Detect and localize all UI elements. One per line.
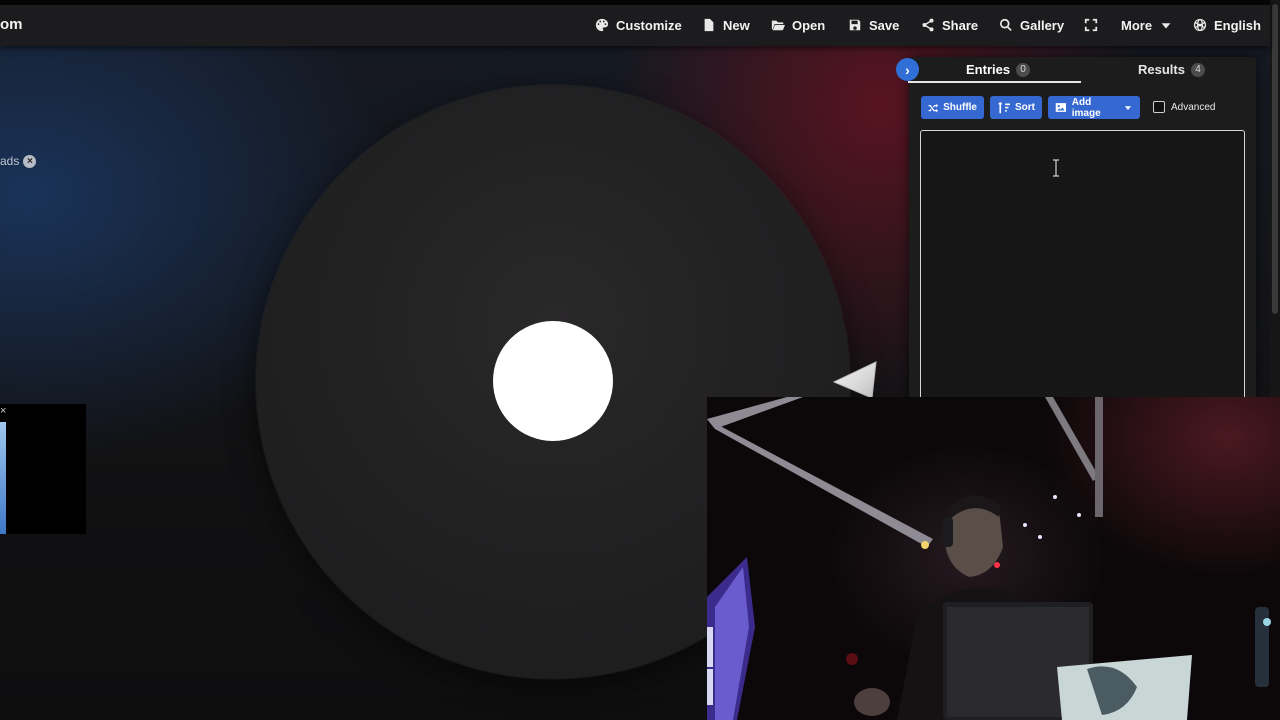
close-icon[interactable]: × (0, 405, 6, 417)
wheel-pointer-icon (832, 361, 877, 399)
text-cursor-icon (1053, 159, 1059, 177)
wheel-center-button[interactable] (493, 321, 613, 441)
more-label: More (1121, 17, 1153, 33)
top-navigation-bar: om Customize New Open Save Share Gallery… (0, 0, 1270, 46)
chevron-right-icon: › (905, 61, 910, 78)
shuffle-label: Shuffle (943, 102, 977, 113)
collapse-panel-button[interactable]: › (896, 58, 919, 81)
caret-down-icon (1161, 23, 1171, 29)
advanced-label: Advanced (1171, 101, 1216, 113)
add-image-button[interactable]: Add image (1048, 96, 1140, 119)
share-button[interactable]: Share (921, 14, 978, 36)
filter-chip: ads × (0, 154, 37, 168)
file-icon (704, 18, 714, 32)
sort-icon (997, 101, 1010, 114)
brand-name[interactable]: om (0, 16, 23, 33)
more-menu[interactable]: More (1121, 14, 1173, 36)
shuffle-button[interactable]: Shuffle (921, 96, 984, 119)
folder-open-icon (771, 20, 785, 31)
new-button[interactable]: New (702, 14, 750, 36)
fullscreen-icon (1084, 18, 1098, 32)
results-count-badge: 4 (1190, 62, 1205, 77)
shuffle-icon (928, 103, 939, 113)
chip-close-icon[interactable]: × (23, 154, 37, 168)
tab-results-label: Results (1138, 62, 1185, 77)
advanced-checkbox[interactable] (1153, 101, 1165, 113)
sort-button[interactable]: Sort (990, 96, 1042, 119)
image-icon (1055, 103, 1067, 112)
globe-icon (1193, 18, 1207, 32)
entries-textarea[interactable] (920, 130, 1245, 400)
save-label: Save (869, 17, 900, 33)
fullscreen-button[interactable] (1084, 14, 1098, 36)
open-button[interactable]: Open (771, 14, 825, 36)
open-label: Open (792, 17, 826, 33)
advanced-toggle[interactable]: Advanced (1153, 101, 1215, 113)
save-button[interactable]: Save (848, 14, 899, 36)
gallery-button[interactable]: Gallery (999, 14, 1064, 36)
tab-results[interactable]: Results 4 (1138, 62, 1205, 77)
overlay-widget: × (0, 404, 86, 534)
entries-count-badge: 0 (1016, 62, 1031, 77)
language-selector[interactable]: English (1193, 14, 1261, 36)
new-label: New (723, 17, 750, 33)
widget-preview-strip (0, 422, 6, 534)
palette-icon (595, 18, 609, 32)
share-label: Share (942, 17, 979, 33)
customize-button[interactable]: Customize (595, 14, 682, 36)
active-tab-indicator (908, 81, 1081, 83)
scrollbar-thumb[interactable] (1272, 4, 1278, 314)
filter-chip-label: ads (0, 154, 20, 168)
webcam-feed-image (707, 397, 1271, 720)
add-image-label: Add image (1071, 96, 1101, 119)
customize-label: Customize (616, 17, 682, 33)
save-icon (849, 19, 861, 31)
webcam-overlay (707, 397, 1280, 720)
sort-label: Sort (1015, 102, 1035, 113)
caret-down-icon (1124, 106, 1132, 110)
share-icon (922, 18, 934, 32)
tab-entries-label: Entries (966, 62, 1011, 77)
tab-entries[interactable]: Entries 0 (966, 62, 1031, 77)
search-icon (1000, 18, 1012, 32)
language-label: English (1214, 17, 1261, 33)
gallery-label: Gallery (1020, 17, 1065, 33)
